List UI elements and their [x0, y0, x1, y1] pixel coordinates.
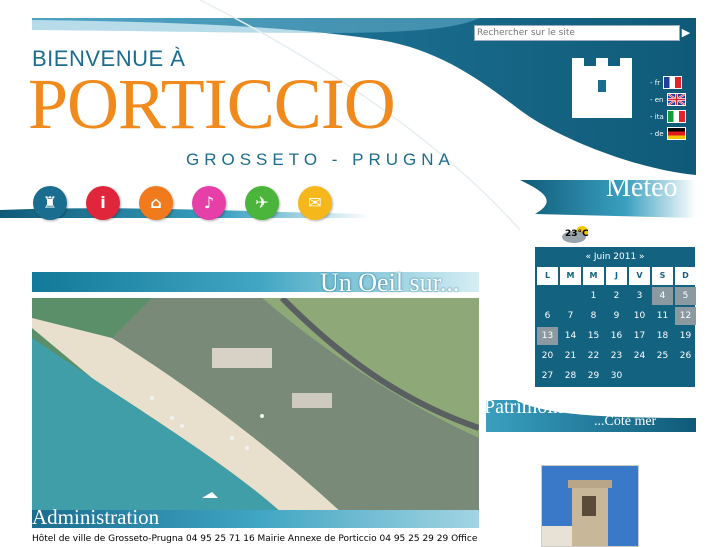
calendar-day-header: M [560, 267, 581, 285]
calendar-day[interactable]: 14 [560, 327, 581, 345]
calendar-empty-cell [675, 367, 696, 385]
calendar-day[interactable]: 24 [629, 347, 650, 365]
patrimoine-title[interactable]: Patrimoine... [484, 396, 587, 419]
calendar-day-header: D [675, 267, 696, 285]
info-icon[interactable]: i [86, 186, 120, 220]
house-icon[interactable]: ⌂ [139, 186, 173, 220]
oeil-section-title[interactable]: Un Oeil sur... [320, 268, 459, 298]
music-icon[interactable]: ♪ [192, 186, 226, 220]
lang-ita-link[interactable]: - ita [650, 110, 686, 123]
calendar-day-header: M [583, 267, 604, 285]
calendar-month-title[interactable]: « Juin 2011 » [535, 247, 695, 267]
calendar-day[interactable]: 19 [675, 327, 696, 345]
calendar-day-header: V [629, 267, 650, 285]
calendar-day[interactable]: 12 [675, 307, 696, 325]
italy-flag-icon [666, 110, 686, 123]
map-icon[interactable]: ✈ [245, 186, 279, 220]
tower-icon[interactable]: ♜ [33, 186, 67, 220]
lang-fr-link[interactable]: - fr [650, 76, 683, 89]
calendar-day[interactable]: 18 [652, 327, 673, 345]
calendar-day-header: S [652, 267, 673, 285]
church-tower-photo[interactable] [541, 465, 639, 547]
lang-en-link[interactable]: - en [650, 93, 686, 106]
calendar-empty-cell [629, 367, 650, 385]
calendar-empty-cell [560, 287, 581, 305]
calendar-day[interactable]: 4 [652, 287, 673, 305]
calendar-day[interactable]: 17 [629, 327, 650, 345]
calendar-day[interactable]: 15 [583, 327, 604, 345]
calendar-empty-cell [652, 367, 673, 385]
calendar-day[interactable]: 5 [675, 287, 696, 305]
calendar-day-header: J [606, 267, 627, 285]
calendar-day-header: L [537, 267, 558, 285]
calendar-day[interactable]: 20 [537, 347, 558, 365]
meteo-title: Météo [606, 172, 678, 203]
calendar-day[interactable]: 28 [560, 367, 581, 385]
aerial-beach-photo[interactable] [32, 298, 479, 513]
lang-de-label: - de [650, 129, 664, 138]
temperature-value: 23°C [565, 229, 589, 239]
site-logo-town: PORTICCIO [28, 64, 396, 144]
arrow-right-icon: ▶ [681, 26, 691, 39]
lang-en-label: - en [650, 95, 664, 104]
site-logo-subtitle: GROSSETO - PRUGNA [186, 150, 455, 169]
calendar-day[interactable]: 26 [675, 347, 696, 365]
germany-flag-icon [666, 127, 686, 140]
search-input[interactable] [474, 25, 680, 41]
calendar-day[interactable]: 23 [606, 347, 627, 365]
calendar-day[interactable]: 3 [629, 287, 650, 305]
calendar-day[interactable]: 9 [606, 307, 627, 325]
calendar-day[interactable]: 7 [560, 307, 581, 325]
calendar-day[interactable]: 1 [583, 287, 604, 305]
calendar-day[interactable]: 8 [583, 307, 604, 325]
lang-de-link[interactable]: - de [650, 127, 686, 140]
calendar-day[interactable]: 21 [560, 347, 581, 365]
lang-ita-label: - ita [650, 112, 664, 121]
calendar-day[interactable]: 30 [606, 367, 627, 385]
calendar-widget: « Juin 2011 » L M M J V S D 1 2 3 4 5 6 7 8 9 10 11 12 13 14… [535, 247, 696, 387]
admin-contact-text: Hôtel de ville de Grosseto-Prugna 04 95 … [32, 534, 478, 544]
france-flag-icon [663, 76, 683, 89]
cote-mer-subtitle[interactable]: ...Côté mer [594, 414, 656, 430]
calendar-day[interactable]: 13 [537, 327, 558, 345]
calendar-day[interactable]: 6 [537, 307, 558, 325]
admin-section-title[interactable]: Administration [32, 505, 159, 530]
calendar-grid: L M M J V S D 1 2 3 4 5 6 7 8 9 10 11 12 13 14 15 16 17 18 19 20 21… [535, 267, 696, 387]
uk-flag-icon [666, 93, 686, 106]
search-submit-button[interactable]: ▶ [680, 25, 692, 41]
calendar-day[interactable]: 22 [583, 347, 604, 365]
calendar-day[interactable]: 27 [537, 367, 558, 385]
calendar-day[interactable]: 16 [606, 327, 627, 345]
calendar-day[interactable]: 10 [629, 307, 650, 325]
calendar-day[interactable]: 11 [652, 307, 673, 325]
lang-fr-label: - fr [650, 78, 661, 87]
calendar-day[interactable]: 25 [652, 347, 673, 365]
mail-icon[interactable]: ✉ [298, 186, 332, 220]
calendar-day[interactable]: 2 [606, 287, 627, 305]
calendar-empty-cell [537, 287, 558, 305]
calendar-day[interactable]: 29 [583, 367, 604, 385]
